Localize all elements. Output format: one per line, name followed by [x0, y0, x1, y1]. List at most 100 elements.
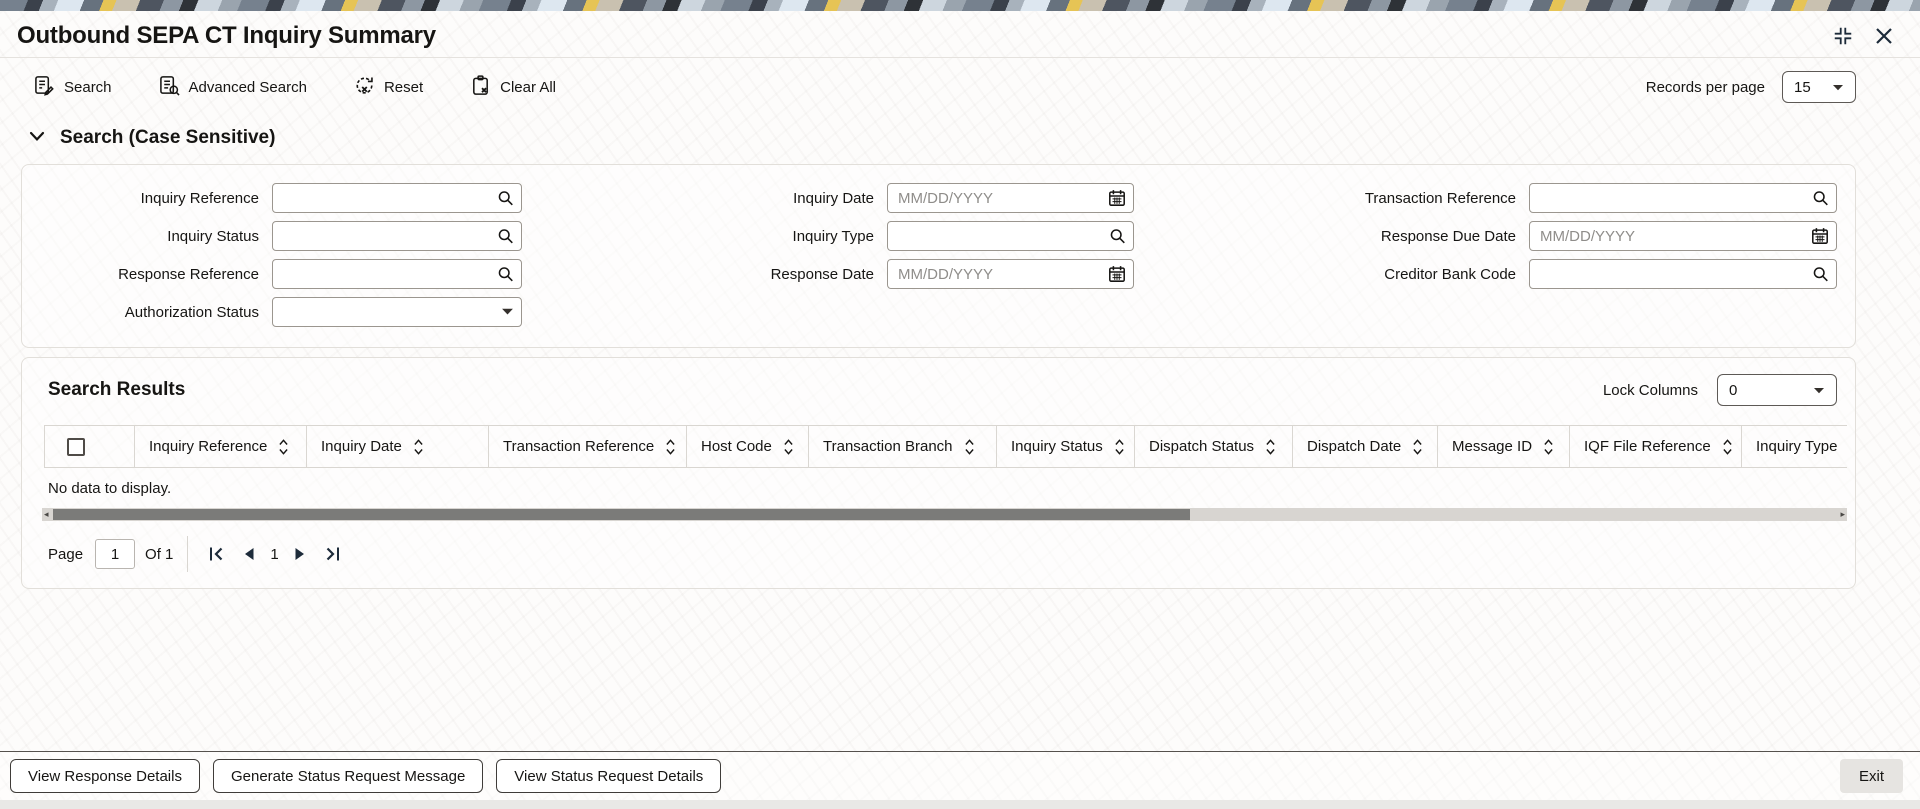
magnifier-icon[interactable]	[1109, 228, 1126, 245]
sort-icon[interactable]	[1543, 438, 1554, 456]
column-header-inquiry-type[interactable]: Inquiry Type	[1741, 426, 1847, 467]
field-inquiry-type: Inquiry Type	[522, 221, 1134, 251]
magnifier-icon[interactable]	[1812, 266, 1829, 283]
calendar-icon[interactable]	[1108, 189, 1126, 207]
column-header-inquiry-reference[interactable]: Inquiry Reference	[134, 426, 306, 467]
magnifier-icon[interactable]	[497, 266, 514, 283]
response-reference-control	[272, 259, 522, 289]
column-header-host-code[interactable]: Host Code	[686, 426, 808, 467]
lock-columns-select[interactable]: 0	[1717, 374, 1837, 406]
calendar-icon[interactable]	[1108, 265, 1126, 283]
inquiry-status-input[interactable]	[273, 222, 521, 250]
previous-page-icon[interactable]	[243, 547, 255, 561]
advanced-search-button[interactable]: Advanced Search	[159, 75, 307, 100]
authorization-status-value[interactable]	[273, 298, 521, 326]
field-response-reference: Response Reference	[22, 259, 522, 289]
sort-icon[interactable]	[413, 438, 424, 456]
page-of-label: Of 1	[145, 545, 174, 563]
sort-icon[interactable]	[1265, 438, 1276, 456]
results-header: Search Results Lock Columns 0	[22, 374, 1855, 406]
calendar-icon[interactable]	[1811, 227, 1829, 245]
next-page-icon[interactable]	[294, 547, 306, 561]
select-all-checkbox[interactable]	[67, 437, 85, 456]
sort-icon[interactable]	[1412, 438, 1423, 456]
page-number-input[interactable]	[95, 539, 136, 569]
sort-icon[interactable]	[964, 438, 975, 456]
search-column-1: Inquiry Reference Inquiry Status Respons…	[22, 183, 522, 335]
transaction-reference-input[interactable]	[1530, 184, 1836, 212]
sort-icon[interactable]	[783, 438, 794, 456]
page-label: Page	[48, 545, 84, 563]
chevron-down-icon[interactable]	[29, 129, 45, 147]
scroll-left-arrow-icon[interactable]: ◂	[44, 508, 49, 521]
toolbar: Search Advanced Search Reset Clear All R…	[0, 58, 1920, 112]
close-icon[interactable]	[1874, 26, 1894, 46]
authorization-status-select[interactable]	[272, 297, 522, 327]
pagination-divider	[187, 536, 189, 572]
magnifier-icon[interactable]	[497, 190, 514, 207]
response-due-date-control	[1529, 221, 1837, 251]
response-date-input[interactable]	[888, 260, 1133, 288]
search-section-header[interactable]: Search (Case Sensitive)	[29, 127, 1920, 149]
column-header-inquiry-date[interactable]: Inquiry Date	[306, 426, 488, 467]
response-due-date-input[interactable]	[1530, 222, 1836, 250]
reset-icon	[354, 75, 375, 100]
inquiry-date-control	[887, 183, 1134, 213]
scrollbar-thumb[interactable]	[53, 509, 1191, 520]
field-response-date: Response Date	[522, 259, 1134, 289]
clear-all-icon	[470, 74, 491, 100]
sort-icon[interactable]	[665, 438, 676, 456]
search-form-icon	[34, 75, 55, 100]
view-status-request-details-button[interactable]: View Status Request Details	[496, 759, 722, 793]
records-per-page-value: 15	[1794, 78, 1811, 96]
column-header-message-id[interactable]: Message ID	[1437, 426, 1569, 467]
dropdown-caret-icon[interactable]	[501, 308, 514, 317]
column-header-transaction-reference[interactable]: Transaction Reference	[488, 426, 686, 467]
inquiry-date-input[interactable]	[888, 184, 1133, 212]
transaction-reference-control	[1529, 183, 1837, 213]
inquiry-reference-input[interactable]	[273, 184, 521, 212]
sort-icon[interactable]	[1114, 438, 1125, 456]
search-button-label: Search	[64, 78, 112, 96]
reset-button[interactable]: Reset	[354, 75, 423, 100]
column-header-inquiry-status[interactable]: Inquiry Status	[996, 426, 1134, 467]
field-inquiry-reference: Inquiry Reference	[22, 183, 522, 213]
clear-all-button[interactable]: Clear All	[470, 74, 556, 100]
sort-icon[interactable]	[278, 438, 289, 456]
magnifier-icon[interactable]	[497, 228, 514, 245]
last-page-icon[interactable]	[325, 546, 341, 562]
view-response-details-button[interactable]: View Response Details	[10, 759, 200, 793]
inquiry-type-input[interactable]	[888, 222, 1133, 250]
results-table-header: Inquiry Reference Inquiry Date Transacti…	[44, 425, 1847, 468]
records-per-page-select[interactable]: 15	[1782, 71, 1856, 103]
field-creditor-bank-code: Creditor Bank Code	[1134, 259, 1837, 289]
lock-columns-label: Lock Columns	[1602, 381, 1698, 399]
first-page-icon[interactable]	[208, 546, 224, 562]
column-header-dispatch-status[interactable]: Dispatch Status	[1134, 426, 1292, 467]
sort-icon[interactable]	[1722, 438, 1733, 456]
search-button[interactable]: Search	[34, 75, 112, 100]
footer-action-bar: View Response Details Generate Status Re…	[0, 752, 1920, 800]
collapse-icon[interactable]	[1832, 25, 1854, 47]
creditor-bank-code-input[interactable]	[1530, 260, 1836, 288]
no-data-message: No data to display.	[48, 480, 172, 497]
scroll-right-arrow-icon[interactable]: ▸	[1840, 508, 1845, 521]
search-results-panel: Search Results Lock Columns 0 Inquiry Re…	[21, 357, 1856, 589]
response-date-label: Response Date	[770, 265, 874, 283]
column-header-dispatch-date[interactable]: Dispatch Date	[1292, 426, 1437, 467]
pagination-nav: 1	[208, 546, 340, 563]
inquiry-type-label: Inquiry Type	[792, 227, 874, 245]
horizontal-scrollbar[interactable]: ◂ ▸	[42, 508, 1847, 521]
column-header-iqf-file-reference[interactable]: IQF File Reference	[1569, 426, 1741, 467]
field-authorization-status: Authorization Status	[22, 297, 522, 327]
authorization-status-label: Authorization Status	[124, 303, 259, 321]
pagination: Page Of 1 1	[48, 536, 1855, 572]
dropdown-caret-icon	[1813, 382, 1825, 399]
magnifier-icon[interactable]	[1812, 190, 1829, 207]
inquiry-status-label: Inquiry Status	[167, 227, 259, 245]
column-header-transaction-branch[interactable]: Transaction Branch	[808, 426, 996, 467]
generate-status-request-message-button[interactable]: Generate Status Request Message	[212, 759, 484, 793]
exit-button[interactable]: Exit	[1839, 759, 1903, 793]
response-reference-input[interactable]	[273, 260, 521, 288]
